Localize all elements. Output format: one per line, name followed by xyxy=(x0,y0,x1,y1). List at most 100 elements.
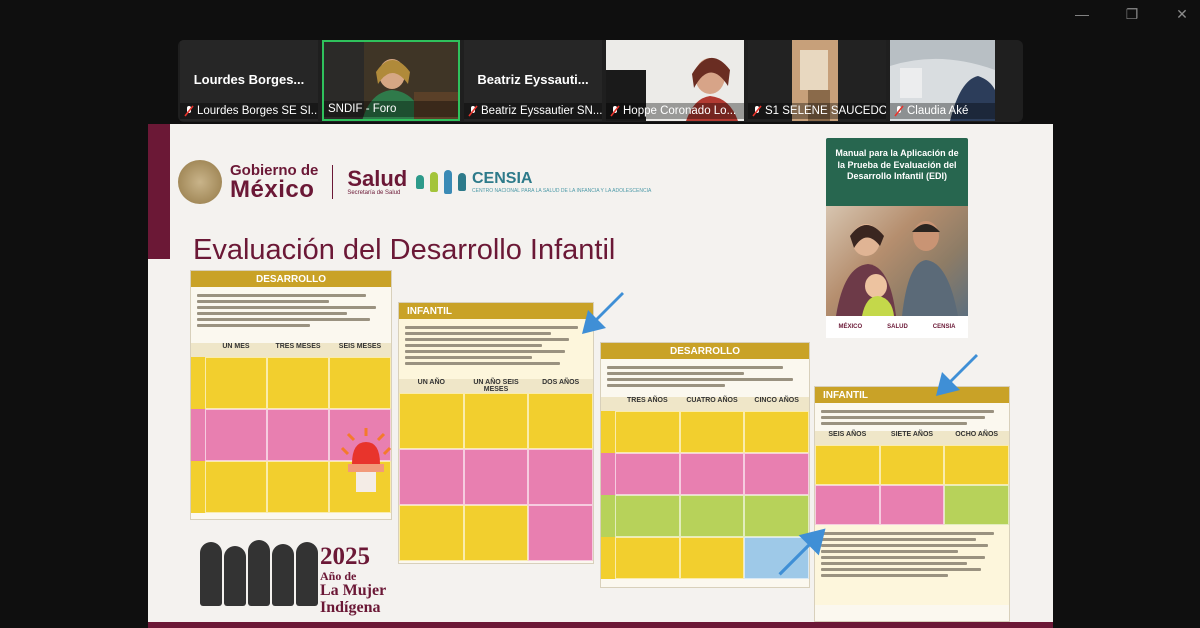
arrow-icon xyxy=(936,354,978,396)
milestone-cell xyxy=(528,449,593,505)
participant-label-text: Claudia Aké xyxy=(907,105,969,117)
milestone-cell xyxy=(205,409,267,461)
col-header: TRES AÑOS xyxy=(627,397,668,404)
censia-sub: CENTRO NACIONAL PARA LA SALUD DE LA INFA… xyxy=(472,188,652,194)
col-header: CINCO AÑOS xyxy=(754,397,799,404)
milestone-cell xyxy=(528,393,593,449)
participant-name: Beatriz Eyssauti... xyxy=(477,72,589,87)
manual-cover-photo xyxy=(826,206,968,316)
milestone-cell xyxy=(815,445,880,485)
card-intro-text xyxy=(601,359,809,397)
milestone-cell xyxy=(267,357,329,409)
milestone-cell xyxy=(463,505,529,561)
year-line2: La Mujer xyxy=(320,581,387,599)
milestone-cell xyxy=(399,449,464,505)
col-header: OCHO AÑOS xyxy=(955,431,999,438)
milestone-cell xyxy=(944,445,1009,485)
milestone-cell xyxy=(463,393,529,449)
milestone-cell xyxy=(615,453,680,495)
card-col-headers: SEIS AÑOS SIETE AÑOS OCHO AÑOS xyxy=(815,431,1009,445)
card-alarm-signs xyxy=(399,319,593,379)
participant-label: Beatriz Eyssautier SN... xyxy=(464,103,602,119)
col-header: SIETE AÑOS xyxy=(890,431,934,438)
card-header: DESARROLLO xyxy=(191,271,391,287)
censia-logo: CENSIA CENTRO NACIONAL PARA LA SALUD DE … xyxy=(416,170,651,194)
censia-name: CENSIA xyxy=(472,170,533,187)
salud-sub: Secretaría de Salud xyxy=(347,190,401,196)
mic-muted-icon xyxy=(184,105,194,117)
manual-footer-logos: MÉXICO SALUD CENSIA xyxy=(826,316,968,338)
gobierno-text: Gobierno de México xyxy=(230,163,318,202)
salud-logo: Salud Secretaría de Salud xyxy=(347,168,407,197)
milestone-cell xyxy=(205,461,267,513)
participant-tile[interactable]: Hoppe Coronado Lo... xyxy=(606,40,744,121)
woman-figure xyxy=(296,542,318,606)
mic-muted-icon xyxy=(610,105,620,117)
infantil-card-1: INFANTIL UN AÑO UN AÑO SEIS MESES DOS AÑ… xyxy=(398,302,594,564)
card-grid xyxy=(399,393,593,561)
shared-screen-slide: Gobierno de México Salud Secretaría de S… xyxy=(148,124,1053,628)
mic-muted-icon xyxy=(752,105,762,117)
censia-figure-icon xyxy=(430,172,438,192)
milestone-cell xyxy=(815,485,880,525)
milestone-cell xyxy=(679,453,745,495)
col-header: TRES MESES xyxy=(275,343,321,350)
manual-foot-salud: SALUD xyxy=(887,324,908,330)
col-header: UN AÑO SEIS MESES xyxy=(473,379,519,393)
participant-tile[interactable]: Beatriz Eyssauti... Beatriz Eyssautier S… xyxy=(464,40,602,121)
col-header: UN MES xyxy=(222,343,250,350)
participant-label-text: Hoppe Coronado Lo... xyxy=(623,105,737,117)
card-orientation xyxy=(815,403,1009,431)
participant-strip: Lourdes Borges... Lourdes Borges SE SI..… xyxy=(178,40,1023,122)
milestone-cell xyxy=(399,505,464,561)
milestone-cell xyxy=(615,537,680,579)
row-label-lenguaje xyxy=(191,409,205,461)
participant-name: Lourdes Borges... xyxy=(193,72,305,87)
row-label-motor xyxy=(601,495,615,537)
participant-label: Lourdes Borges SE SI... xyxy=(180,103,318,119)
card-grid xyxy=(815,445,1009,525)
year-number: 2025 xyxy=(320,543,370,570)
row-label-conocimiento xyxy=(601,453,615,495)
row-label-social xyxy=(601,411,615,453)
milestone-cell xyxy=(205,357,267,409)
card-col-headers: UN AÑO UN AÑO SEIS MESES DOS AÑOS xyxy=(399,379,593,393)
participant-tile[interactable]: Lourdes Borges... Lourdes Borges SE SI..… xyxy=(180,40,318,121)
participant-label-text: S1 SELENE SAUCEDO xyxy=(765,105,886,117)
slide-accent-bar xyxy=(148,124,170,259)
censia-figure-icon xyxy=(416,175,424,189)
card-alarm-signs xyxy=(815,525,1009,605)
arrow-icon xyxy=(778,528,826,576)
milestone-cell xyxy=(329,357,391,409)
participant-tile[interactable]: SNDIF - Foro xyxy=(322,40,460,121)
slide-bottom-bar xyxy=(148,622,1053,628)
gobierno-logo: Gobierno de México Salud Secretaría de S… xyxy=(178,160,407,204)
restore-icon[interactable]: ❐ xyxy=(1122,6,1142,23)
milestone-cell xyxy=(744,453,809,495)
participant-label-text: Beatriz Eyssautier SN... xyxy=(481,105,602,117)
milestone-cell xyxy=(267,461,329,513)
minimize-icon[interactable]: — xyxy=(1072,6,1092,23)
row-label-social xyxy=(191,461,205,513)
milestone-cell xyxy=(615,411,680,453)
milestone-cell xyxy=(679,495,745,537)
participant-tile[interactable]: Claudia Aké xyxy=(890,40,995,121)
participant-label-text: SNDIF - Foro xyxy=(328,103,397,115)
card-header: INFANTIL xyxy=(399,303,593,319)
arrow-icon xyxy=(582,292,624,334)
col-header: DOS AÑOS xyxy=(542,379,580,386)
participant-label-text: Lourdes Borges SE SI... xyxy=(197,105,318,117)
milestone-cell xyxy=(267,409,329,461)
close-icon[interactable]: ✕ xyxy=(1172,6,1192,23)
year-banner: 2025 Año de La Mujer Indígena xyxy=(320,543,387,616)
col-header: UN AÑO xyxy=(417,379,445,386)
woman-figure xyxy=(224,546,246,606)
row-label-lenguaje xyxy=(601,537,615,579)
alarm-light-icon xyxy=(340,428,392,492)
window-controls: — ❐ ✕ xyxy=(1072,6,1192,23)
slide-title: Evaluación del Desarrollo Infantil xyxy=(193,234,616,266)
censia-text: CENSIA CENTRO NACIONAL PARA LA SALUD DE … xyxy=(472,170,651,194)
milestone-cell xyxy=(744,411,809,453)
milestone-cell xyxy=(944,485,1009,525)
participant-tile[interactable]: S1 SELENE SAUCEDO xyxy=(748,40,886,121)
